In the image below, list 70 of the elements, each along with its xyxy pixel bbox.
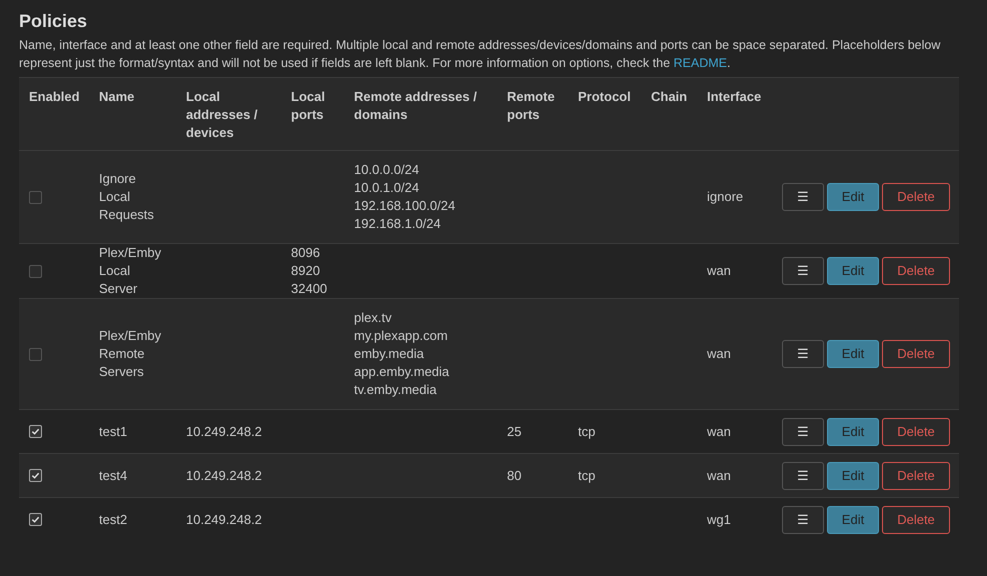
checkbox[interactable] — [29, 513, 42, 526]
policy-name: Plex/Emby Local Server — [99, 245, 162, 296]
delete-button[interactable]: Delete — [882, 506, 950, 534]
menu-button[interactable]: ☰ — [782, 257, 824, 285]
delete-button[interactable]: Delete — [882, 340, 950, 368]
cell-text: wan — [707, 424, 731, 438]
cell-text: plex.tv — [354, 309, 393, 327]
section-title: Policies — [19, 10, 88, 33]
delete-button[interactable]: Delete — [882, 418, 950, 446]
edit-button[interactable]: Edit — [827, 418, 879, 446]
cell-text: app.emby.media — [354, 363, 450, 381]
checkbox[interactable] — [29, 264, 42, 278]
column-header: Remote addresses / domains — [354, 89, 477, 122]
edit-button[interactable]: Edit — [827, 506, 879, 534]
cell-text: tv.emby.media — [354, 381, 438, 399]
column-header: Name — [99, 89, 134, 104]
checkmark-icon — [31, 515, 40, 524]
cell-text: 192.168.100.0/24 — [354, 197, 456, 215]
menu-button[interactable]: ☰ — [782, 418, 824, 446]
edit-button[interactable]: Edit — [827, 183, 879, 211]
delete-button[interactable]: Delete — [882, 183, 950, 211]
cell-text: 80 — [507, 468, 522, 482]
delete-button[interactable]: Delete — [882, 462, 950, 490]
edit-button[interactable]: Edit — [827, 462, 879, 490]
checkmark-icon — [31, 471, 40, 480]
menu-button[interactable]: ☰ — [782, 462, 824, 490]
policy-name: Plex/Emby Remote Servers — [99, 328, 162, 379]
column-header: Chain — [651, 89, 688, 104]
cell-text: wan — [707, 263, 731, 278]
column-header: Local ports — [291, 89, 325, 122]
policy-name: test2 — [99, 512, 128, 526]
menu-button[interactable]: ☰ — [782, 183, 824, 211]
policy-name: test4 — [99, 468, 128, 482]
menu-button[interactable]: ☰ — [782, 340, 824, 368]
cell-text: tcp — [578, 424, 596, 438]
cell-text: tcp — [578, 468, 596, 482]
column-header: Enabled — [29, 89, 80, 104]
edit-button[interactable]: Edit — [827, 257, 879, 285]
cell-text: my.plexapp.com — [354, 327, 449, 345]
cell-text: 10.249.248.2 — [186, 510, 263, 528]
cell-text: 8920 — [291, 262, 321, 280]
cell-text: wan — [707, 346, 731, 361]
column-header: Protocol — [578, 89, 631, 104]
cell-text: emby.media — [354, 345, 425, 363]
policy-name: Ignore Local Requests — [99, 171, 154, 222]
column-header: Remote ports — [507, 89, 555, 122]
cell-text: 10.0.0.0/24 — [354, 161, 420, 179]
checkbox[interactable] — [29, 190, 42, 204]
readme-link[interactable]: README — [674, 56, 727, 70]
column-header: Interface — [707, 89, 762, 104]
cell-text: 10.0.1.0/24 — [354, 179, 420, 197]
checkmark-icon — [31, 427, 40, 436]
policy-name: test1 — [99, 424, 128, 438]
cell-text: 192.168.1.0/24 — [354, 215, 442, 233]
cell-text: ignore — [707, 189, 744, 204]
checkbox[interactable] — [29, 425, 42, 438]
column-header: Local addresses / devices — [186, 89, 258, 140]
menu-button[interactable]: ☰ — [782, 506, 824, 534]
cell-text: 32400 — [291, 280, 328, 298]
delete-button[interactable]: Delete — [882, 257, 950, 285]
edit-button[interactable]: Edit — [827, 340, 879, 368]
cell-text: 10.249.248.2 — [186, 466, 263, 484]
cell-text: 25 — [507, 424, 522, 438]
cell-text: 8096 — [291, 244, 321, 262]
cell-text: wg1 — [707, 512, 731, 526]
checkbox[interactable] — [29, 469, 42, 482]
checkbox[interactable] — [29, 348, 42, 360]
cell-text: wan — [707, 468, 731, 482]
description-text: Name, interface and at least one other field are required. Multiple local and remote addresses/devices/domains and ports can be space separated. Placeholders below represent just the format/syntax and will not be used if fields are left blank. For more information on options, check the README. — [19, 37, 942, 72]
cell-text: 10.249.248.2 — [186, 422, 263, 440]
